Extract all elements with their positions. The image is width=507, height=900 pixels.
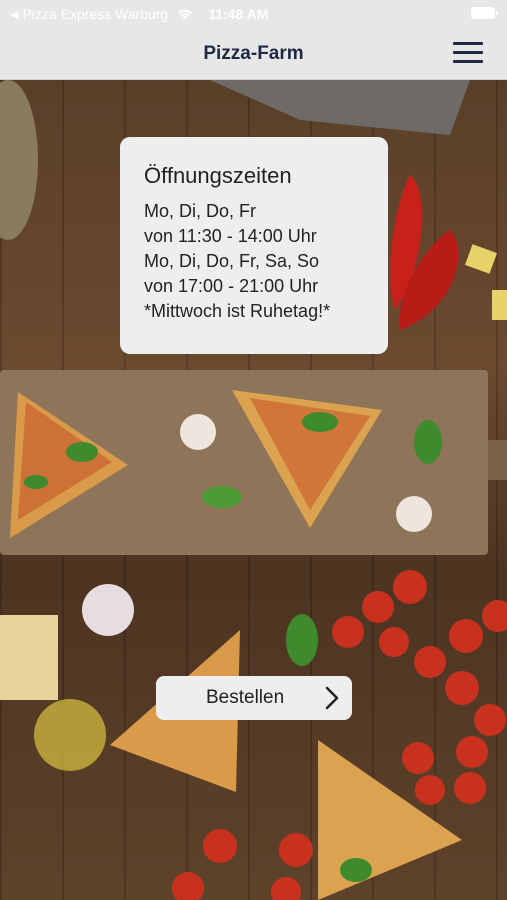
hours-line: von 11:30 - 14:00 Uhr [144,226,317,246]
wifi-icon [177,9,193,20]
menu-line [453,51,483,54]
back-arrow-icon[interactable]: ◀ [10,8,18,21]
navigation-bar: Pizza-Farm [0,28,507,80]
carrier-label[interactable]: Pizza Express Warburg [22,6,168,22]
battery-icon [471,7,498,19]
status-bar: ◀ Pizza Express Warburg 11:48 AM [0,0,507,28]
order-button-label: Bestellen [206,687,285,708]
opening-hours-card: Öffnungszeiten Mo, Di, Do, Fr von 11:30 … [120,137,388,354]
order-button[interactable]: Bestellen [156,676,352,720]
opening-hours-title: Öffnungszeiten [144,163,292,188]
hours-line: Mo, Di, Do, Fr, Sa, So [144,251,320,271]
chevron-right-icon [325,686,339,710]
hours-line: *Mittwoch ist Ruhetag!* [144,301,331,321]
hours-line: Mo, Di, Do, Fr [144,201,257,221]
menu-line [453,60,483,63]
app-title: Pizza-Farm [203,42,304,64]
clock: 11:48 AM [208,6,269,22]
hours-line: von 17:00 - 21:00 Uhr [144,276,319,296]
menu-line [453,42,483,45]
hamburger-menu-icon[interactable] [453,42,483,64]
